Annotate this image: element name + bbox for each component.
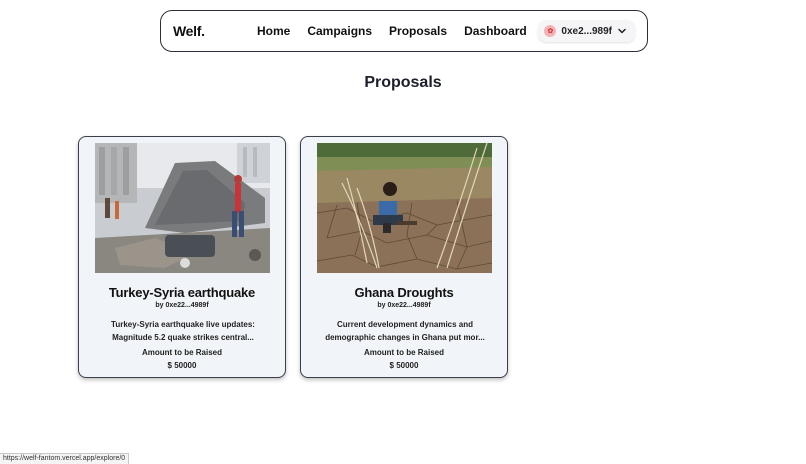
nav-links: Home Campaigns Proposals Dashboard <box>257 24 527 38</box>
raise-amount: $ 50000 <box>167 361 197 370</box>
proposal-title: Turkey-Syria earthquake <box>108 285 256 300</box>
wallet-address: 0xe2...989f <box>561 25 612 37</box>
nav-link-proposals[interactable]: Proposals <box>389 24 447 38</box>
navbar: Welf. Home Campaigns Proposals Dashboard… <box>160 10 648 52</box>
proposal-description-line: Current development dynamics and <box>336 320 474 329</box>
page-title: Proposals <box>364 74 442 91</box>
proposal-description-line: Turkey-Syria earthquake live updates: <box>111 320 255 329</box>
proposal-description: Current development dynamics and demogra… <box>323 318 487 344</box>
proposal-author: by 0xe22...4989f <box>377 302 431 309</box>
proposal-card[interactable]: Ghana Droughts by 0xe22...4989f Current … <box>300 136 508 378</box>
proposal-image <box>95 143 270 273</box>
nav-link-home[interactable]: Home <box>257 24 290 38</box>
logo[interactable]: Welf. <box>173 23 205 39</box>
proposal-title: Ghana Droughts <box>354 285 454 300</box>
raise-amount: $ 50000 <box>389 361 419 370</box>
proposal-author: by 0xe22...4989f <box>155 302 209 309</box>
proposal-image <box>317 143 492 273</box>
proposal-description-line: demographic changes in Ghana put mor... <box>325 333 485 342</box>
proposal-description-line: Magnitude 5.2 quake strikes central... <box>112 333 254 342</box>
wallet-button[interactable]: ✿ 0xe2...989f <box>538 20 635 42</box>
nav-link-dashboard[interactable]: Dashboard <box>464 24 527 38</box>
raise-label: Amount to be Raised <box>363 348 444 357</box>
nav-link-campaigns[interactable]: Campaigns <box>307 24 372 38</box>
status-bar-url: https://welf-fantom.vercel.app/explore/0 <box>0 453 130 464</box>
proposal-card[interactable]: Turkey-Syria earthquake by 0xe22...4989f… <box>78 136 286 378</box>
user-avatar-icon: ✿ <box>544 25 557 37</box>
raise-label: Amount to be Raised <box>141 348 222 357</box>
proposal-description: Turkey-Syria earthquake live updates: Ma… <box>101 318 265 344</box>
chevron-down-icon <box>618 28 626 34</box>
